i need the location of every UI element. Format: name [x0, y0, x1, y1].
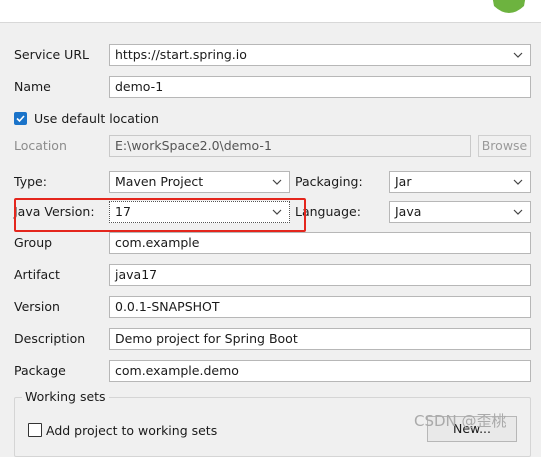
chevron-down-icon	[513, 179, 523, 185]
working-sets-title: Working sets	[22, 388, 109, 406]
java-version-highlight	[14, 198, 306, 232]
dialog-header	[0, 0, 541, 23]
add-to-working-sets-label: Add project to working sets	[46, 422, 218, 438]
spring-logo-icon	[492, 0, 526, 13]
packaging-label: Packaging:	[295, 174, 363, 189]
chevron-down-icon	[272, 179, 282, 185]
chevron-down-icon	[513, 209, 523, 215]
type-label: Type:	[14, 174, 47, 189]
group-input[interactable]: com.example	[109, 232, 531, 254]
version-input[interactable]: 0.0.1-SNAPSHOT	[109, 296, 531, 318]
add-to-working-sets-row[interactable]: Add project to working sets	[28, 421, 217, 439]
packaging-value: Jar	[395, 174, 412, 189]
language-value: Java	[395, 204, 422, 219]
language-combo[interactable]: Java	[389, 201, 531, 223]
group-label: Group	[14, 235, 53, 250]
browse-button: Browse	[478, 135, 531, 157]
packaging-combo[interactable]: Jar	[389, 171, 531, 193]
use-default-location-label: Use default location	[34, 110, 159, 126]
name-label: Name	[14, 79, 51, 94]
name-input[interactable]: demo-1	[109, 76, 531, 98]
check-icon	[16, 114, 25, 122]
watermark: CSDN @歪桃	[414, 412, 507, 430]
artifact-input[interactable]: java17	[109, 264, 531, 286]
type-value: Maven Project	[115, 174, 204, 189]
location-input: E:\workSpace2.0\demo-1	[109, 135, 471, 157]
version-label: Version	[14, 299, 60, 314]
package-label: Package	[14, 363, 66, 378]
artifact-label: Artifact	[14, 267, 60, 282]
package-input[interactable]: com.example.demo	[109, 360, 531, 382]
chevron-down-icon	[513, 52, 523, 58]
service-url-label: Service URL	[14, 47, 89, 62]
service-url-combo[interactable]: https://start.spring.io	[109, 44, 531, 66]
service-url-value: https://start.spring.io	[115, 47, 247, 62]
location-label: Location	[14, 138, 67, 153]
description-input[interactable]: Demo project for Spring Boot	[109, 328, 531, 350]
description-label: Description	[14, 331, 86, 346]
use-default-location-checkbox[interactable]	[14, 111, 27, 125]
add-to-working-sets-checkbox[interactable]	[28, 423, 42, 437]
type-combo[interactable]: Maven Project	[109, 171, 290, 193]
use-default-location-row[interactable]: Use default location	[14, 108, 159, 128]
